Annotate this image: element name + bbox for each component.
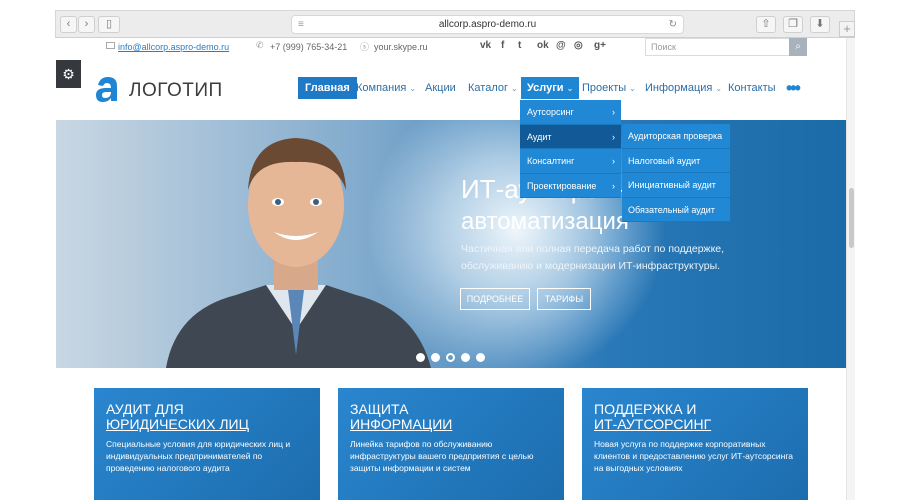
hero-title-line2: автоматизация	[461, 208, 629, 235]
google-plus-icon[interactable]: g+	[594, 40, 606, 51]
menu-item-catalog[interactable]: Каталог ⌄	[468, 77, 518, 99]
phone-icon: ✆	[256, 40, 264, 50]
new-tab-icon[interactable]: +	[839, 21, 855, 37]
dropdown-item-consulting[interactable]: Консалтинг ›	[520, 149, 621, 174]
slide-dot[interactable]	[461, 353, 470, 362]
menu-item-promotions[interactable]: Акции	[425, 77, 456, 99]
browser-toolbar: ‹ › ▯ ≡ allcorp.aspro-demo.ru ↻ ⇧ ❐ ⬇ +	[55, 10, 855, 38]
audit-submenu: Аудиторская проверка Налоговый аудит Ини…	[622, 124, 730, 222]
chevron-down-icon: ⌄	[511, 84, 518, 93]
menu-item-home[interactable]: Главная	[298, 77, 357, 99]
card-title-link[interactable]: ИНФОРМАЦИИ	[350, 417, 552, 432]
menu-item-information[interactable]: Информация ⌄	[645, 77, 722, 99]
phone-text: +7 (999) 765-34-21	[270, 42, 348, 52]
submenu-item[interactable]: Аудиторская проверка	[622, 124, 730, 149]
chevron-down-icon: ⌄	[629, 84, 636, 93]
sidebar-icon[interactable]: ▯	[98, 16, 120, 33]
service-card[interactable]: ПОДДЕРЖКА И ИТ-АУТСОРСИНГ Новая услуга п…	[582, 388, 808, 500]
address-bar[interactable]: ≡ allcorp.aspro-demo.ru ↻	[291, 15, 684, 34]
chevron-down-icon: ⌄	[409, 84, 417, 93]
page: info@allcorp.aspro-demo.ru ✆ +7 (999) 76…	[56, 38, 846, 500]
search-icon[interactable]: ⌕	[789, 38, 807, 56]
logo-text[interactable]: ЛОГОТИП	[129, 80, 223, 102]
scrollbar[interactable]	[846, 38, 855, 500]
instagram-icon[interactable]: ◎	[574, 40, 583, 51]
menu-item-company[interactable]: Компания ⌄	[356, 77, 416, 99]
settings-gear-icon[interactable]: ⚙	[56, 60, 81, 88]
slide-dot[interactable]	[431, 353, 440, 362]
mail-icon	[106, 42, 115, 49]
url-text: allcorp.aspro-demo.ru	[438, 19, 537, 30]
menu-item-projects[interactable]: Проекты ⌄	[582, 77, 636, 99]
chevron-down-icon: ⌄	[566, 84, 574, 93]
skype-text: your.skype.ru	[374, 42, 428, 52]
skype-icon: ⓢ	[360, 42, 370, 52]
services-dropdown: Аутсорсинг › Аудит › Консалтинг › Проектиро…	[520, 100, 621, 198]
download-icon[interactable]: ⬇	[810, 16, 830, 33]
service-card[interactable]: АУДИТ ДЛЯ ЮРИДИЧЕСКИХ ЛИЦ Специальные ус…	[94, 388, 320, 500]
reader-icon[interactable]: ≡	[298, 16, 304, 34]
chevron-down-icon: ⌄	[715, 84, 723, 93]
card-title: АУДИТ ДЛЯ	[106, 401, 184, 417]
card-title-link[interactable]: ИТ-АУТСОРСИНГ	[594, 417, 796, 432]
reload-icon[interactable]: ↻	[669, 16, 677, 34]
submenu-item[interactable]: Обязательный аудит	[622, 198, 730, 222]
slide-dot-current[interactable]	[446, 353, 455, 362]
card-title: ЗАЩИТА	[350, 401, 409, 417]
mail-ru-icon[interactable]: @	[556, 40, 566, 51]
chevron-right-icon: ›	[612, 156, 615, 166]
search-input[interactable]: Поиск	[645, 38, 790, 56]
service-card[interactable]: ЗАЩИТА ИНФОРМАЦИИ Линейка тарифов по обс…	[338, 388, 564, 500]
slider-pagination	[416, 349, 491, 367]
more-button[interactable]: ПОДРОБНЕЕ	[460, 288, 530, 310]
submenu-item[interactable]: Инициативный аудит	[622, 173, 730, 198]
tabs-icon[interactable]: ❐	[783, 16, 803, 33]
more-menu-icon[interactable]: •••	[786, 78, 801, 99]
vk-icon[interactable]: vk	[480, 40, 491, 51]
forward-icon[interactable]: ›	[78, 16, 95, 33]
card-description: Специальные условия для юридических лиц …	[106, 439, 291, 473]
card-description: Новая услуга по поддержке корпоративных …	[594, 439, 793, 473]
card-description: Линейка тарифов по обслуживанию инфрастр…	[350, 439, 534, 473]
submenu-item[interactable]: Налоговый аудит	[622, 149, 730, 173]
hero-person-image	[166, 138, 431, 368]
twitter-icon[interactable]: t	[518, 40, 521, 51]
chevron-right-icon: ›	[612, 107, 615, 117]
chevron-right-icon: ›	[612, 131, 615, 142]
slide-dot[interactable]	[476, 353, 485, 362]
hero-subtitle: Частичная или полная передача работ по п…	[461, 243, 725, 272]
menu-item-services[interactable]: Услуги ⌄	[521, 77, 580, 99]
facebook-icon[interactable]: f	[501, 40, 504, 51]
logo-icon[interactable]	[94, 73, 121, 103]
dropdown-item-design[interactable]: Проектирование ›	[520, 174, 621, 198]
tariffs-button[interactable]: ТАРИФЫ	[537, 288, 591, 310]
dropdown-item-audit[interactable]: Аудит ›	[520, 124, 621, 149]
scrollbar-thumb[interactable]	[849, 188, 854, 248]
odnoklassniki-icon[interactable]: ok	[537, 40, 549, 51]
menu-item-contacts[interactable]: Контакты	[728, 77, 776, 99]
share-icon[interactable]: ⇧	[756, 16, 776, 33]
back-icon[interactable]: ‹	[60, 16, 77, 33]
contact-bar: info@allcorp.aspro-demo.ru ✆ +7 (999) 76…	[56, 38, 846, 58]
card-title-link[interactable]: ЮРИДИЧЕСКИХ ЛИЦ	[106, 417, 308, 432]
slide-dot[interactable]	[416, 353, 425, 362]
chevron-right-icon: ›	[612, 180, 615, 191]
dropdown-item-outsourcing[interactable]: Аутсорсинг ›	[520, 100, 621, 125]
email-link[interactable]: info@allcorp.aspro-demo.ru	[118, 42, 229, 52]
card-title: ПОДДЕРЖКА И	[594, 401, 697, 417]
